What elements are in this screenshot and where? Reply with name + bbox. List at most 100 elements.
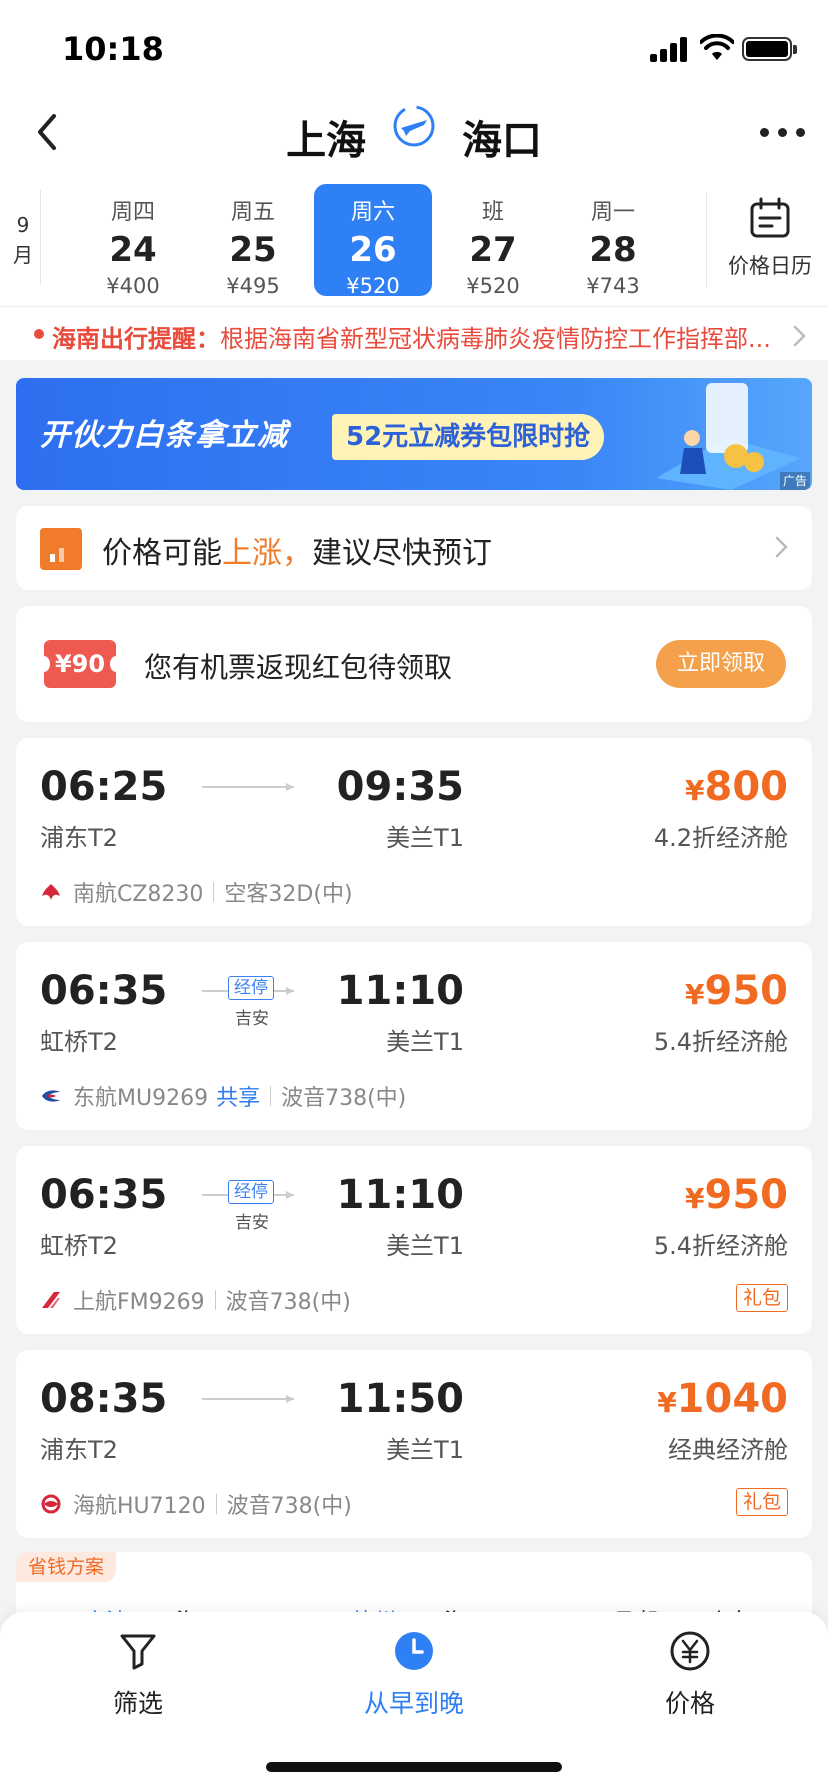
battery-icon <box>742 37 797 61</box>
divider <box>40 190 41 285</box>
more-options-icon[interactable] <box>758 116 808 146</box>
divider <box>214 1290 216 1310</box>
price-calendar-button[interactable]: 价格日历 <box>720 196 820 296</box>
price-calendar-label: 价格日历 <box>728 254 812 278</box>
red-packet-text: 您有机票返现红包待领取 <box>144 651 453 684</box>
date-price: ¥520 <box>346 274 400 298</box>
divider <box>706 192 707 287</box>
tab-label: 筛选 <box>112 1689 163 1718</box>
flight-card[interactable]: 06:35 经停 吉安 11:10 虹桥T2 美兰T1 ¥950 5.4折经济舱… <box>16 942 812 1130</box>
home-indicator[interactable] <box>266 1762 562 1772</box>
divider <box>270 1086 272 1106</box>
arrival-time: 11:10 <box>336 1172 464 1218</box>
signal-icon <box>650 36 690 62</box>
departure-time: 06:35 <box>40 968 168 1014</box>
status-time: 10:18 <box>62 30 164 68</box>
price-rise-text-after: 建议尽快预订 <box>312 536 492 571</box>
filter-icon <box>120 1634 156 1670</box>
flight-meta: 东航MU9269 共享 波音738(中) <box>40 1080 406 1112</box>
month-number: 9 <box>16 213 30 237</box>
cabin-class: 经典经济舱 <box>668 1436 788 1464</box>
price-value: 950 <box>704 968 789 1014</box>
price-rise-text-before: 价格可能 <box>102 536 222 571</box>
date-day: 24 <box>109 230 157 270</box>
tab-label: 从早到晚 <box>363 1689 464 1718</box>
date-price: ¥743 <box>586 274 640 298</box>
yuan-icon <box>670 1631 710 1671</box>
gift-pack-badge: 礼包 <box>736 1488 788 1516</box>
arrival-time: 09:35 <box>336 764 464 810</box>
departure-airport: 虹桥T2 <box>40 1028 118 1056</box>
price-rise-alert[interactable]: 价格可能上涨，建议尽快预订 <box>16 506 812 590</box>
banner-headline: 开伙力白条拿立减 <box>40 418 288 453</box>
date-item-24[interactable]: 周四 24 ¥400 <box>74 184 192 298</box>
price-value: 1040 <box>676 1376 788 1422</box>
ad-label: 广告 <box>780 472 810 490</box>
travel-notice[interactable]: 海南出行提醒：根据海南省新型冠状病毒肺炎疫情防控工作指挥部... <box>0 306 828 362</box>
flight-card[interactable]: 06:35 经停 吉安 11:10 虹桥T2 美兰T1 ¥950 5.4折经济舱… <box>16 1146 812 1334</box>
flight-card[interactable]: 08:35 11:50 浦东T2 美兰T1 ¥1040 经典经济舱 海航HU71… <box>16 1350 812 1538</box>
red-packet-card: ¥90 您有机票返现红包待领取 立即领取 <box>16 606 812 722</box>
date-price: ¥400 <box>106 274 160 298</box>
tab-label: 价格 <box>664 1689 715 1718</box>
flight-card[interactable]: 06:25 09:35 浦东T2 美兰T1 ¥800 4.2折经济舱 南航CZ8… <box>16 738 812 926</box>
arrival-airport: 美兰T1 <box>386 1028 464 1056</box>
flight-meta: 南航CZ8230 空客32D(中) <box>40 876 353 908</box>
flight-price: ¥800 <box>685 764 788 810</box>
date-weekday: 周一 <box>590 200 635 225</box>
route-arrow <box>202 1395 294 1403</box>
origin-city: 上海 <box>286 118 367 164</box>
date-price: ¥520 <box>466 274 520 298</box>
notice-text: 海南出行提醒：根据海南省新型冠状病毒肺炎疫情防控工作指挥部... <box>52 319 772 354</box>
price-rise-highlight: 上涨， <box>222 536 312 571</box>
tab-filter[interactable]: 筛选 <box>48 1630 228 1720</box>
date-item-25[interactable]: 周五 25 ¥495 <box>194 184 312 298</box>
aircraft-type: 波音738(中) <box>226 1494 352 1519</box>
date-day: 25 <box>229 230 277 270</box>
departure-airport: 虹桥T2 <box>40 1232 118 1260</box>
destination-city: 海口 <box>461 118 542 164</box>
departure-time: 06:25 <box>40 764 168 810</box>
airline-flight-number: 上航FM9269 <box>73 1290 205 1315</box>
price-rise-text: 价格可能上涨，建议尽快预订 <box>102 528 492 572</box>
promo-banner[interactable]: 开伙力白条拿立减 52元立减券包限时抢 广告 <box>16 378 812 490</box>
flight-meta: 上航FM9269 波音738(中) <box>40 1284 351 1316</box>
shanghai-airlines-logo-icon <box>42 1292 60 1308</box>
gift-pack-badge: 礼包 <box>736 1284 788 1312</box>
date-item-26-selected[interactable]: 周六 26 ¥520 <box>314 184 432 298</box>
hainan-airlines-logo-icon <box>41 1494 61 1514</box>
currency-symbol: ¥ <box>685 978 705 1011</box>
currency-symbol: ¥ <box>685 774 705 807</box>
flight-meta: 海航HU7120 波音738(中) <box>40 1488 352 1520</box>
date-weekday: 周六 <box>350 200 395 225</box>
banner-offer: 52元立减券包限时抢 <box>332 414 605 460</box>
date-day: 27 <box>469 230 517 270</box>
arrival-time: 11:10 <box>336 968 464 1014</box>
claim-button[interactable]: 立即领取 <box>656 640 786 688</box>
clock-icon <box>395 1632 433 1670</box>
arrival-airport: 美兰T1 <box>386 1232 464 1260</box>
stopover-city: 吉安 <box>235 1213 269 1233</box>
chevron-right-icon <box>793 325 806 347</box>
tab-early-to-late[interactable]: 从早到晚 <box>324 1630 504 1720</box>
aircraft-type: 空客32D(中) <box>224 882 353 907</box>
notice-title: 海南出行提醒： <box>52 325 220 353</box>
notice-body: 根据海南省新型冠状病毒肺炎疫情防控工作指挥部... <box>220 325 771 353</box>
departure-time: 06:35 <box>40 1172 168 1218</box>
airline-flight-number: 南航CZ8230 <box>73 882 204 907</box>
plane-icon <box>393 105 435 147</box>
airline-flight-number: 东航MU9269 <box>73 1086 209 1111</box>
chevron-right-icon <box>775 536 788 558</box>
date-item-27[interactable]: 班 27 ¥520 <box>434 184 552 298</box>
bar-chart-icon <box>40 528 82 570</box>
tab-price[interactable]: 价格 <box>600 1630 780 1720</box>
month-label: 9 月 <box>10 210 36 270</box>
aircraft-type: 波音738(中) <box>225 1290 351 1315</box>
date-price: ¥495 <box>226 274 280 298</box>
currency-symbol: ¥ <box>657 1386 677 1419</box>
cabin-class: 5.4折经济舱 <box>653 1028 788 1056</box>
arrival-airport: 美兰T1 <box>386 824 464 852</box>
date-item-28[interactable]: 周一 28 ¥743 <box>554 184 672 298</box>
date-weekday: 周五 <box>230 200 275 225</box>
wifi-icon <box>700 34 734 60</box>
